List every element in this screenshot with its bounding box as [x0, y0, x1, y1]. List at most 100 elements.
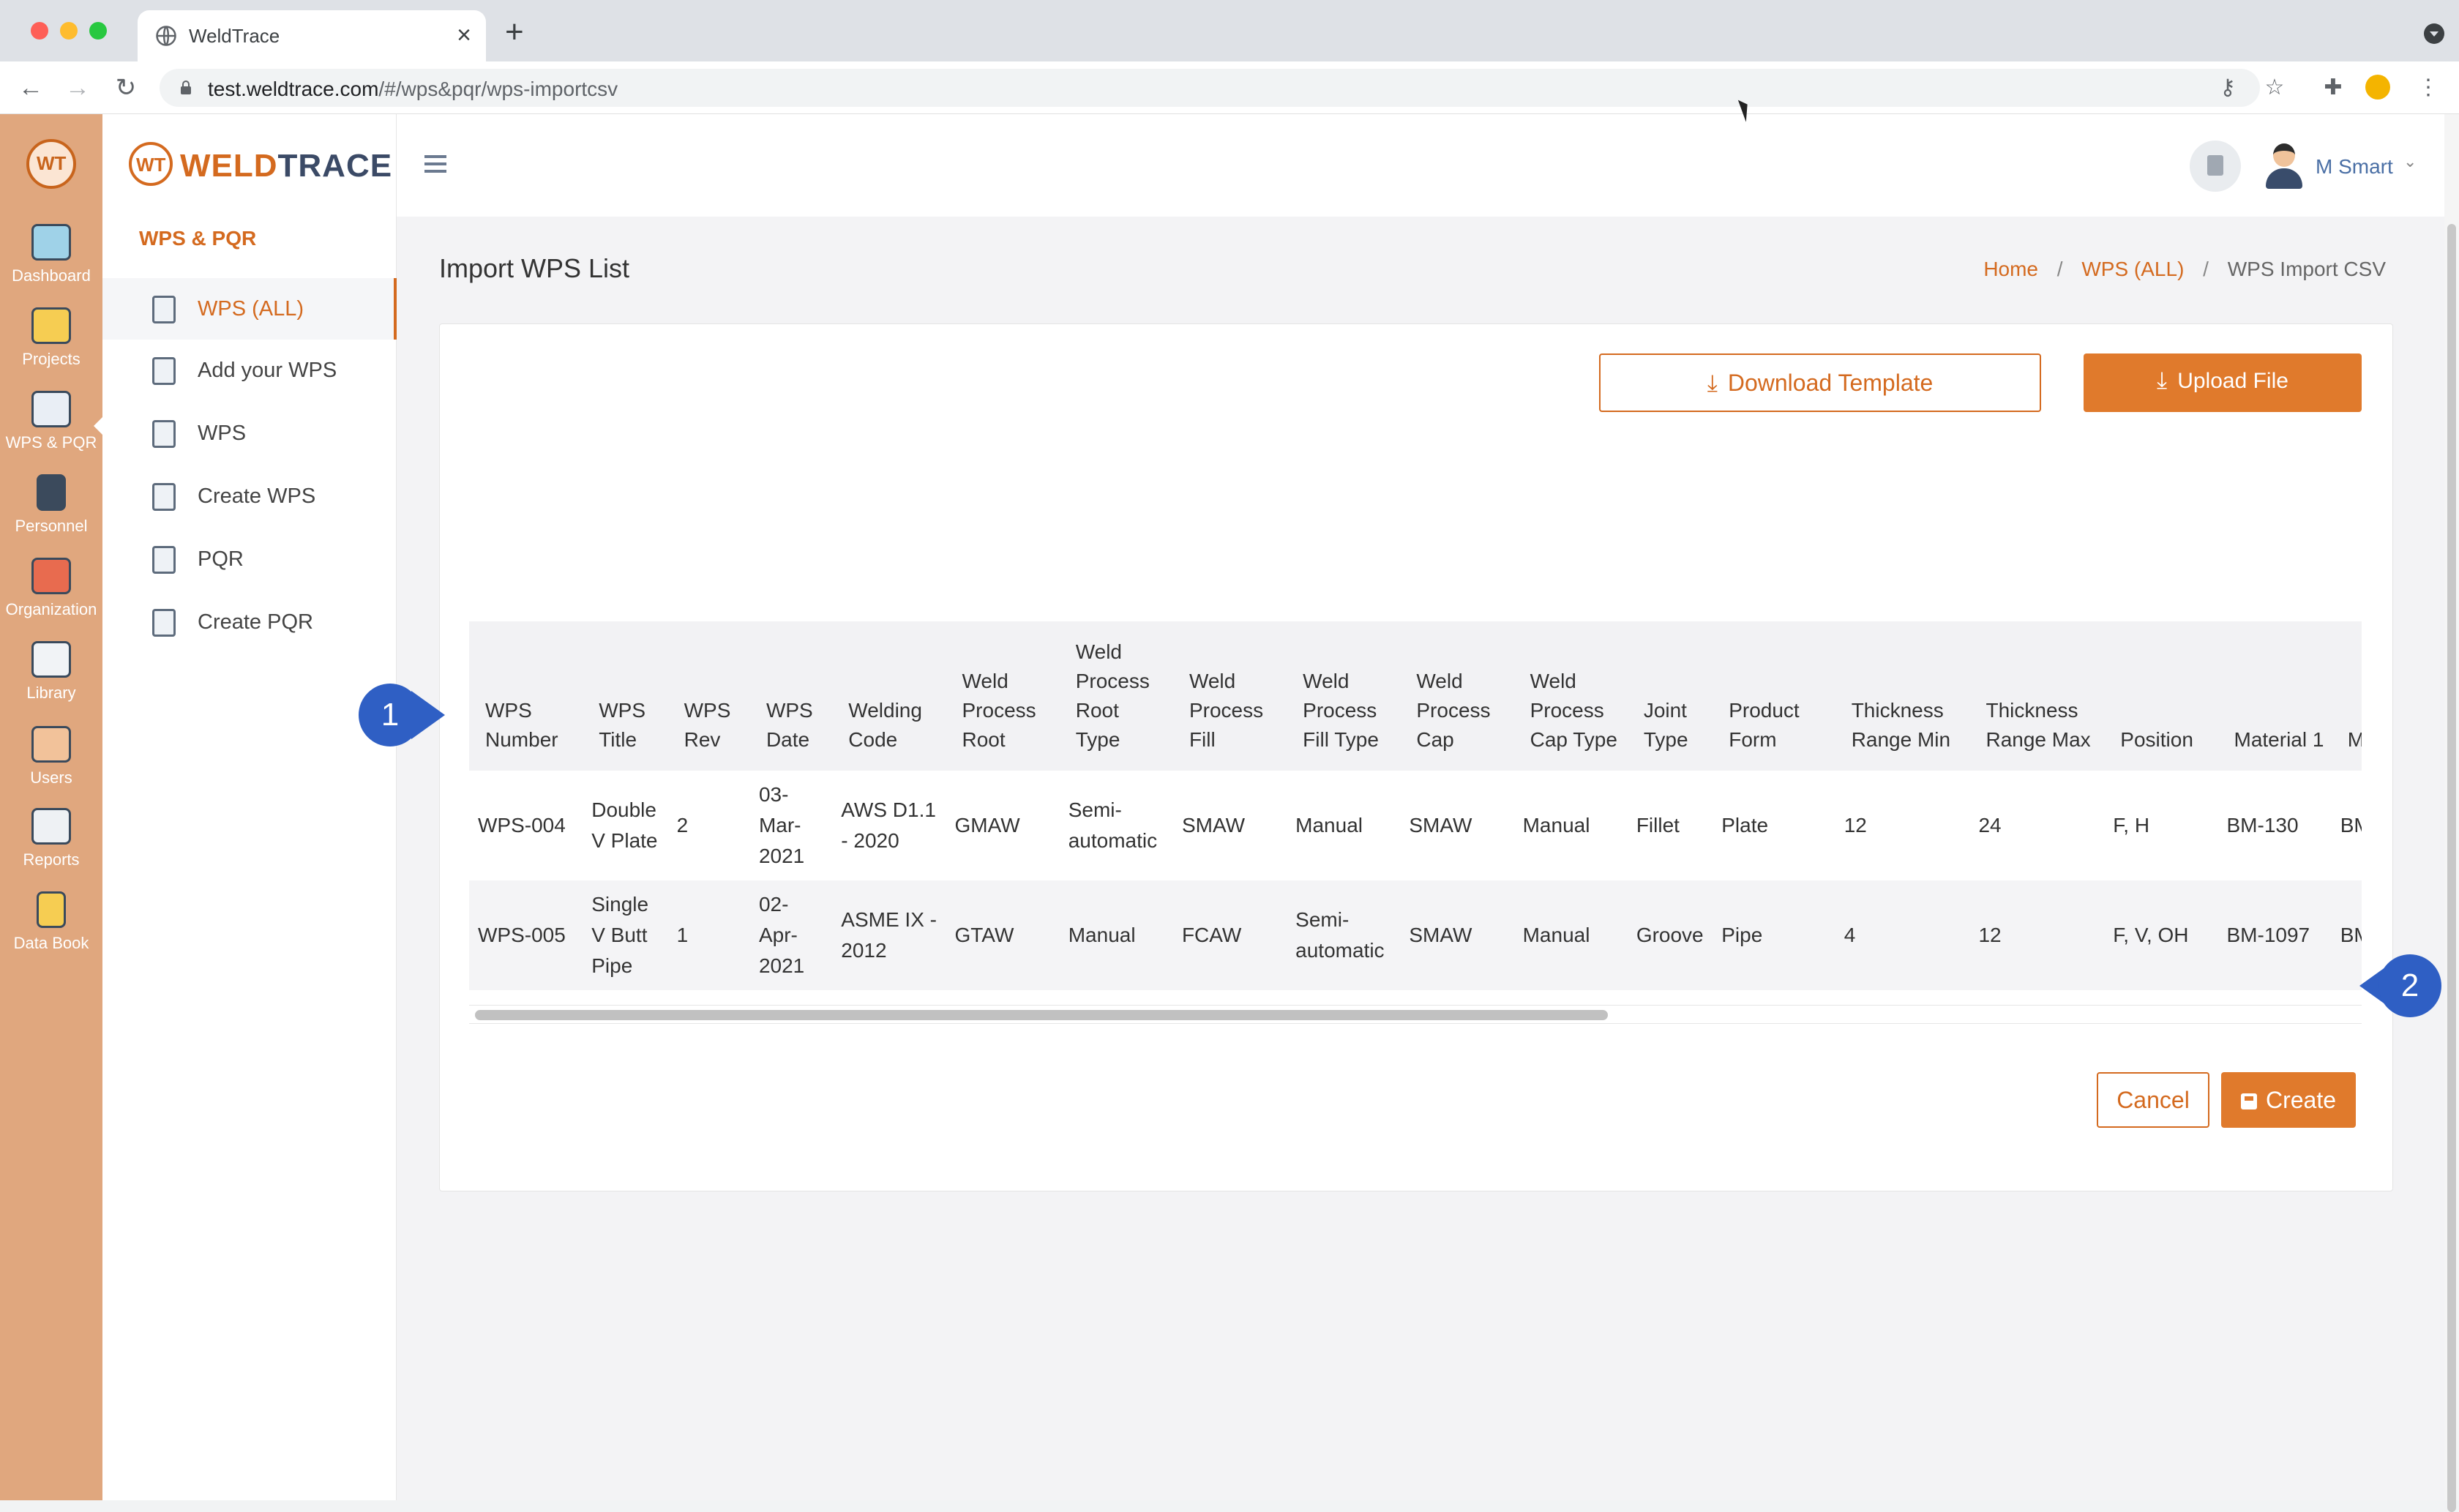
table-cell: SMAW: [1181, 814, 1246, 837]
back-arrow-icon[interactable]: ←: [16, 73, 45, 102]
table-cell: Pipe: [1721, 924, 1763, 946]
sidebar-item-create-pqr[interactable]: Create PQR: [102, 591, 397, 653]
table-cell: BM-1097: [2340, 924, 2362, 946]
column-header: Thickness Range Max: [1985, 699, 2091, 751]
upload-file-button[interactable]: ⤓ Upload File: [2084, 353, 2362, 412]
rail-item-data-book[interactable]: Data Book: [0, 891, 102, 972]
table-cell: 4: [1844, 924, 1856, 946]
table-cell: Manual: [1522, 924, 1590, 946]
browser-tab[interactable]: WeldTrace ×: [138, 10, 486, 61]
cancel-button[interactable]: Cancel: [2097, 1072, 2209, 1128]
table-cell: Plate: [1721, 814, 1769, 837]
table-cell: WPS-004: [478, 814, 566, 837]
breadcrumb-wps-all-link[interactable]: WPS (ALL): [2081, 258, 2184, 280]
add-document-icon: [152, 357, 176, 385]
create-button[interactable]: Create: [2221, 1072, 2356, 1128]
sidebar-item-wps[interactable]: WPS: [102, 403, 397, 464]
user-name[interactable]: M Smart: [2316, 155, 2393, 179]
column-header: WPS Title: [599, 699, 645, 751]
kebab-menu-icon[interactable]: ⋮: [2415, 75, 2441, 101]
personnel-icon: [37, 474, 66, 511]
column-header: Material 1: [2234, 728, 2324, 751]
column-header: Product Form: [1729, 699, 1800, 751]
rail-item-users[interactable]: Users: [0, 726, 102, 806]
rail-item-reports[interactable]: Reports: [0, 808, 102, 888]
icon-rail: WT Dashboard Projects WPS & PQR Personne…: [0, 114, 104, 1500]
column-header: Material 2: [2347, 728, 2362, 751]
table-horizontal-scrollbar[interactable]: [469, 1005, 2362, 1024]
star-icon[interactable]: ☆: [2261, 75, 2288, 101]
rail-item-projects[interactable]: Projects: [0, 307, 102, 388]
rail-item-organization[interactable]: Organization: [0, 558, 102, 638]
table-cell: 24: [1978, 814, 2002, 837]
extension-badge-icon[interactable]: [2365, 75, 2392, 101]
create-document-icon: [152, 483, 176, 511]
table-cell: Double V Plate: [591, 798, 658, 852]
breadcrumb-home-link[interactable]: Home: [1983, 258, 2038, 280]
globe-icon: [156, 26, 176, 46]
extensions-icon[interactable]: ✚: [2320, 75, 2346, 101]
page-vertical-scrollbar[interactable]: [2444, 114, 2459, 1512]
rail-item-library[interactable]: Library: [0, 641, 102, 722]
library-icon: [31, 641, 71, 678]
scrollbar-thumb[interactable]: [475, 1010, 1608, 1020]
table-cell: Manual: [1295, 814, 1363, 837]
table-cell: BM-1097: [2226, 924, 2310, 946]
table-cell: GMAW: [954, 814, 1020, 837]
column-header: Weld Process Fill Type: [1303, 670, 1379, 751]
new-tab-button[interactable]: +: [505, 16, 524, 48]
tab-title: WeldTrace: [189, 25, 280, 47]
sidebar-item-wps-all[interactable]: WPS (ALL): [102, 278, 397, 340]
address-bar[interactable]: test.weldtrace.com/#/wps&pqr/wps-importc…: [160, 69, 2260, 107]
table-cell: GTAW: [954, 924, 1014, 946]
app-logo-icon[interactable]: WT: [26, 139, 76, 189]
table-cell: Semi-automatic: [1068, 798, 1158, 852]
breadcrumb-current: WPS Import CSV: [2227, 258, 2386, 280]
avatar[interactable]: [2261, 141, 2305, 189]
rail-item-personnel[interactable]: Personnel: [0, 474, 102, 555]
lock-icon: [181, 81, 191, 94]
sidebar-item-create-wps[interactable]: Create WPS: [102, 465, 397, 527]
table-cell: AWS D1.1 - 2020: [841, 798, 936, 852]
column-header: WPS Number: [485, 699, 558, 751]
window-minimize-button[interactable]: [60, 22, 78, 40]
app: WT Dashboard Projects WPS & PQR Personne…: [0, 114, 2459, 1512]
import-table: WPS Number WPS Title WPS Rev WPS Date We…: [469, 621, 2362, 990]
rail-item-dashboard[interactable]: Dashboard: [0, 224, 102, 304]
table-cell: 1: [676, 924, 689, 946]
create-pqr-icon: [152, 609, 176, 637]
table-cell: 12: [1978, 924, 2002, 946]
tab-search-icon[interactable]: [2424, 23, 2444, 44]
hamburger-menu-icon[interactable]: [424, 155, 446, 173]
reload-icon[interactable]: ↻: [111, 73, 141, 102]
import-table-wrapper: WPS Number WPS Title WPS Rev WPS Date We…: [469, 621, 2362, 1000]
forward-arrow-icon[interactable]: →: [63, 73, 92, 102]
tab-close-icon[interactable]: ×: [457, 20, 471, 50]
download-template-button[interactable]: ⤓ Download Template: [1599, 353, 2041, 412]
column-header: WPS Rev: [684, 699, 731, 751]
scrollbar-thumb[interactable]: [2447, 224, 2456, 1512]
download-icon: ⤓: [1707, 370, 1718, 396]
table-cell: Fillet: [1636, 814, 1680, 837]
chevron-down-icon[interactable]: ⌄: [2403, 152, 2417, 171]
callout-step-2: 2: [2359, 954, 2441, 1017]
column-header: Thickness Range Min: [1851, 699, 1951, 751]
window-zoom-button[interactable]: [89, 22, 107, 40]
sidebar-item-add-your-wps[interactable]: Add your WPS: [102, 340, 397, 401]
sidebar: WT WELDTRACE WPS & PQR WPS (ALL) Add you…: [102, 114, 397, 1500]
table-cell: SMAW: [1409, 924, 1472, 946]
book-icon[interactable]: [2190, 141, 2241, 192]
table-cell: 02-Apr-2021: [758, 893, 805, 977]
sidebar-item-pqr[interactable]: PQR: [102, 528, 397, 590]
rail-item-wps-pqr[interactable]: WPS & PQR: [0, 391, 104, 471]
document-icon: [152, 420, 176, 448]
key-icon[interactable]: ⚷: [2215, 75, 2241, 101]
column-header: Weld Process Cap Type: [1530, 670, 1617, 751]
table-header-row: WPS Number WPS Title WPS Rev WPS Date We…: [469, 621, 2362, 771]
table-cell: FCAW: [1181, 924, 1242, 946]
table-row: WPS-005 Single V Butt Pipe 1 02-Apr-2021…: [469, 880, 2362, 990]
browser-tab-bar: WeldTrace × +: [0, 0, 2459, 61]
table-cell: BM-130: [2226, 814, 2299, 837]
brand-name: WELDTRACE: [180, 148, 393, 184]
window-close-button[interactable]: [31, 22, 48, 40]
